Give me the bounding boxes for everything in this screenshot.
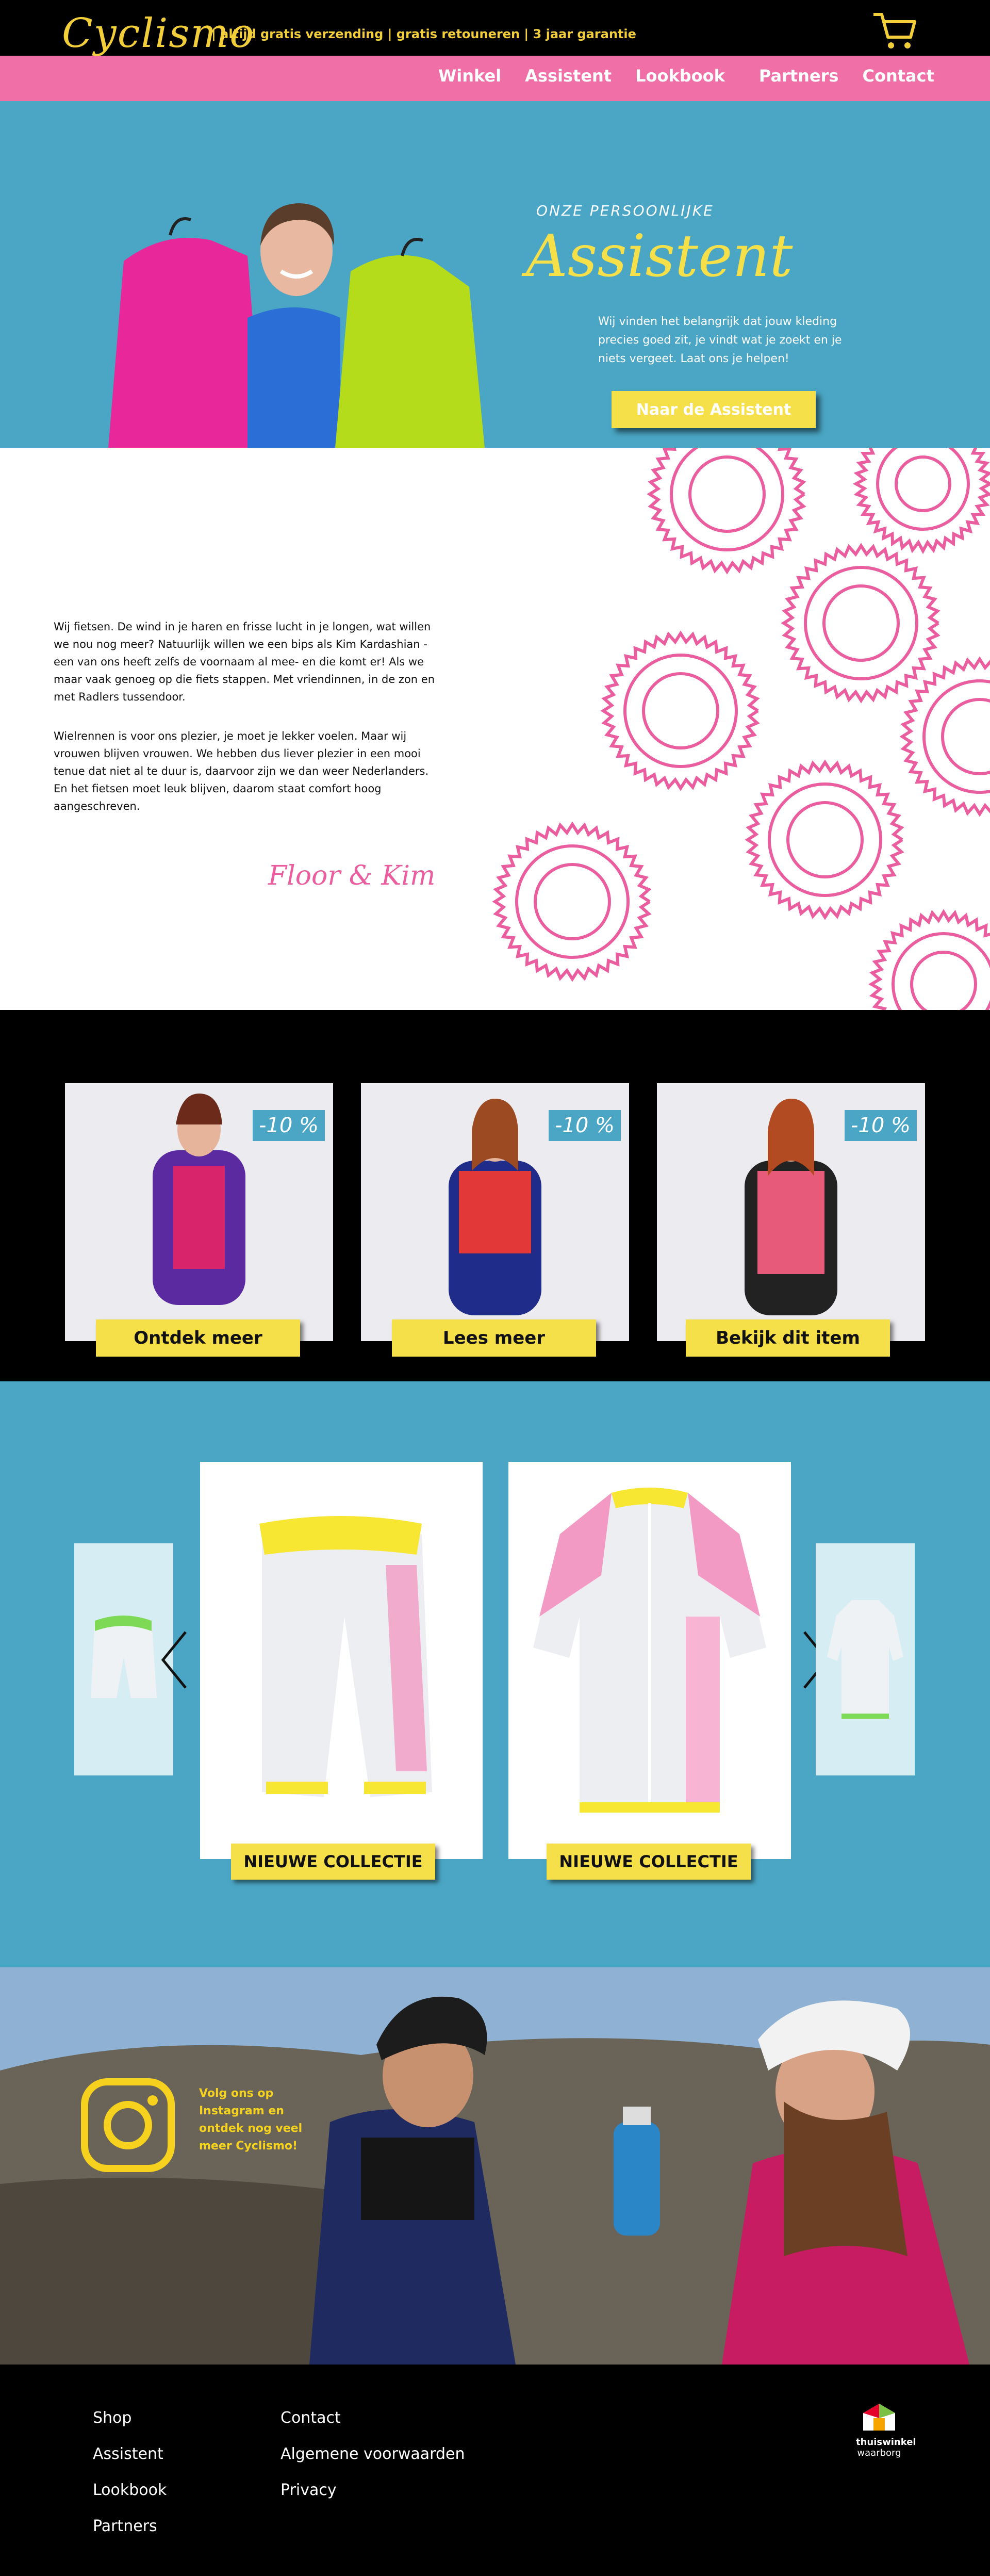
nav-item-winkel[interactable]: Winkel [438,66,501,86]
ring-circle [804,566,918,680]
ring-circle [670,448,784,551]
shorts-photo [259,1516,432,1797]
site-footer: Shop Assistent Lookbook Partners Contact… [0,2365,990,2576]
ring-circle [534,863,611,940]
chevron-left-icon[interactable] [159,1629,190,1691]
thuiswinkel-badge[interactable]: thuiswinkel waarborg [856,2402,916,2464]
shopping-cart-icon[interactable] [871,10,918,52]
ring-circle [941,698,990,775]
instagram-icon[interactable] [80,2078,175,2173]
footer-link-terms[interactable]: Algemene voorwaarden [280,2445,465,2463]
ring-circle [786,801,864,878]
hero-eyebrow: ONZE PERSOONLIJKE [536,202,714,219]
product-button-2[interactable]: Lees meer [392,1319,596,1357]
discount-badge: -10 % [253,1110,325,1141]
ring-circle [876,448,970,531]
footer-link-partners[interactable]: Partners [93,2517,157,2535]
instagram-section: Volg ons op Instagram en ontdek nog veel… [0,1967,990,2365]
hero-title: Assistent [526,223,793,290]
decorative-rings [492,448,990,1010]
main-nav: Winkel Assistent Lookbook Partners Conta… [438,66,958,86]
ring-circle [688,455,766,533]
ring-circle [642,672,719,749]
discount-badge: -10 % [845,1110,917,1141]
ring-shape [852,448,990,555]
ring-circle [822,584,900,662]
ring-circle [515,844,630,959]
trust-label-2: waarborg [857,2448,901,2458]
collection-card-jersey[interactable] [508,1462,791,1859]
nav-item-partners[interactable]: Partners [759,66,839,86]
ring-circle [922,679,990,794]
footer-link-assistent[interactable]: Assistent [93,2445,163,2463]
thuiswinkel-logo-icon [863,2404,895,2431]
footer-link-contact[interactable]: Contact [280,2409,341,2427]
nav-item-contact[interactable]: Contact [862,66,934,86]
featured-products: -10 % -10 % -10 % Ontdek meer Lees meer … [0,1010,990,1381]
ring-circle [623,654,738,768]
ring-circle [892,932,990,1010]
about-paragraph-2: Wielrennen is voor ons plezier, je moet … [54,730,429,812]
signature: Floor & Kim [268,860,436,891]
usp-banner: | altijd gratis verzending | gratis reto… [211,27,636,41]
discount-badge: -10 % [549,1110,621,1141]
nav-item-lookbook[interactable]: Lookbook [635,66,725,86]
assistant-cta-button[interactable]: Naar de Assistent [612,391,816,428]
footer-link-privacy[interactable]: Privacy [280,2481,337,2499]
new-collection-button-1[interactable]: NIEUWE COLLECTIE [231,1844,435,1880]
new-collection-button-2[interactable]: NIEUWE COLLECTIE [547,1844,751,1880]
product-card[interactable]: -10 % [657,1083,925,1341]
product-card[interactable]: -10 % [361,1083,629,1341]
trust-label-1: thuiswinkel [856,2437,916,2448]
jersey-photo [533,1488,766,1813]
ring-circle [768,782,882,897]
about-paragraph-1: Wij fietsen. De wind in je haren en fris… [54,621,435,703]
footer-link-lookbook[interactable]: Lookbook [93,2481,167,2499]
footer-link-shop[interactable]: Shop [93,2409,131,2427]
hero-photo [108,203,485,448]
assistant-hero: ONZE PERSOONLIJKE Assistent Wij vinden h… [0,101,990,448]
about-section: Wij fietsen. De wind in je haren en fris… [0,448,990,1010]
collection-carousel: NIEUWE COLLECTIE NIEUWE COLLECTIE [0,1381,990,1967]
instagram-text[interactable]: Volg ons op Instagram en ontdek nog veel… [199,2085,307,2155]
ring-circle [910,951,977,1010]
product-card[interactable]: -10 % [65,1083,333,1341]
site-header: Cyclismo | altijd gratis verzending | gr… [0,0,990,103]
product-button-1[interactable]: Ontdek meer [96,1319,300,1357]
product-button-3[interactable]: Bekijk dit item [686,1319,890,1357]
carousel-peek-right[interactable] [816,1543,915,1775]
collection-card-shorts[interactable] [200,1462,483,1859]
jersey-thumbnail [827,1600,903,1719]
hero-text: Wij vinden het belangrijk dat jouw kledi… [598,315,842,365]
ring-circle [895,455,951,512]
nav-item-assistent[interactable]: Assistent [525,66,612,86]
